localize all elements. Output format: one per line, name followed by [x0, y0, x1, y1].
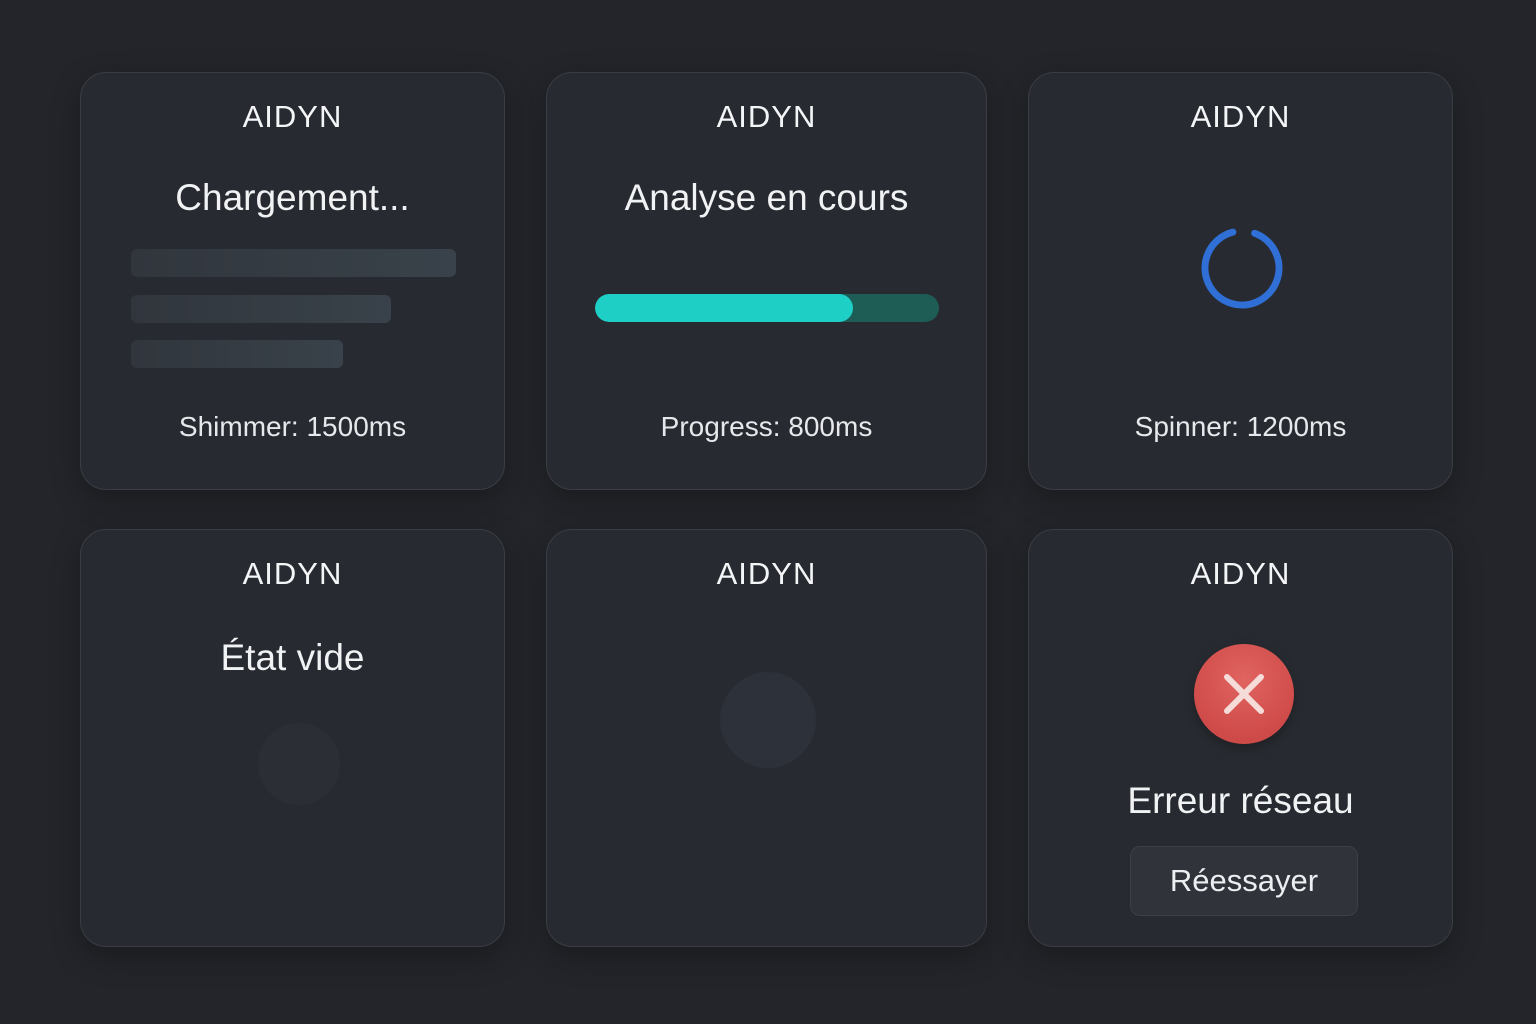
- error-badge: [1194, 644, 1294, 744]
- brand-label: AIDYN: [1190, 99, 1291, 134]
- analysis-title: Analyse en cours: [624, 177, 909, 218]
- skeleton-line: [131, 340, 343, 368]
- shimmer-loading-card: AIDYN Chargement... Shimmer: 1500ms: [80, 72, 505, 490]
- retry-button[interactable]: Réessayer: [1130, 846, 1358, 916]
- blank-state-card: AIDYN: [546, 529, 987, 947]
- progress-card: AIDYN Analyse en cours Progress: 800ms: [546, 72, 987, 490]
- placeholder-circle-icon: [720, 672, 816, 768]
- error-card: AIDYN Erreur réseau Réessayer: [1028, 529, 1453, 947]
- loading-title: Chargement...: [175, 177, 410, 218]
- progress-duration-caption: Progress: 800ms: [660, 411, 873, 442]
- error-title: Erreur réseau: [1127, 780, 1354, 821]
- loading-spinner-icon: [1201, 227, 1283, 309]
- close-x-icon: [1224, 674, 1264, 714]
- progress-bar-fill: [595, 294, 853, 322]
- empty-state-circle-icon: [258, 723, 340, 805]
- brand-label: AIDYN: [1190, 556, 1291, 591]
- brand-label: AIDYN: [716, 99, 817, 134]
- skeleton-line: [131, 295, 391, 323]
- spinner-card: AIDYN Spinner: 1200ms: [1028, 72, 1453, 490]
- empty-state-card: AIDYN État vide: [80, 529, 505, 947]
- brand-label: AIDYN: [242, 556, 343, 591]
- shimmer-duration-caption: Shimmer: 1500ms: [178, 411, 407, 442]
- brand-label: AIDYN: [716, 556, 817, 591]
- progress-bar: [595, 294, 939, 322]
- brand-label: AIDYN: [242, 99, 343, 134]
- empty-state-title: État vide: [220, 637, 365, 678]
- skeleton-line: [131, 249, 456, 277]
- spinner-duration-caption: Spinner: 1200ms: [1134, 411, 1347, 442]
